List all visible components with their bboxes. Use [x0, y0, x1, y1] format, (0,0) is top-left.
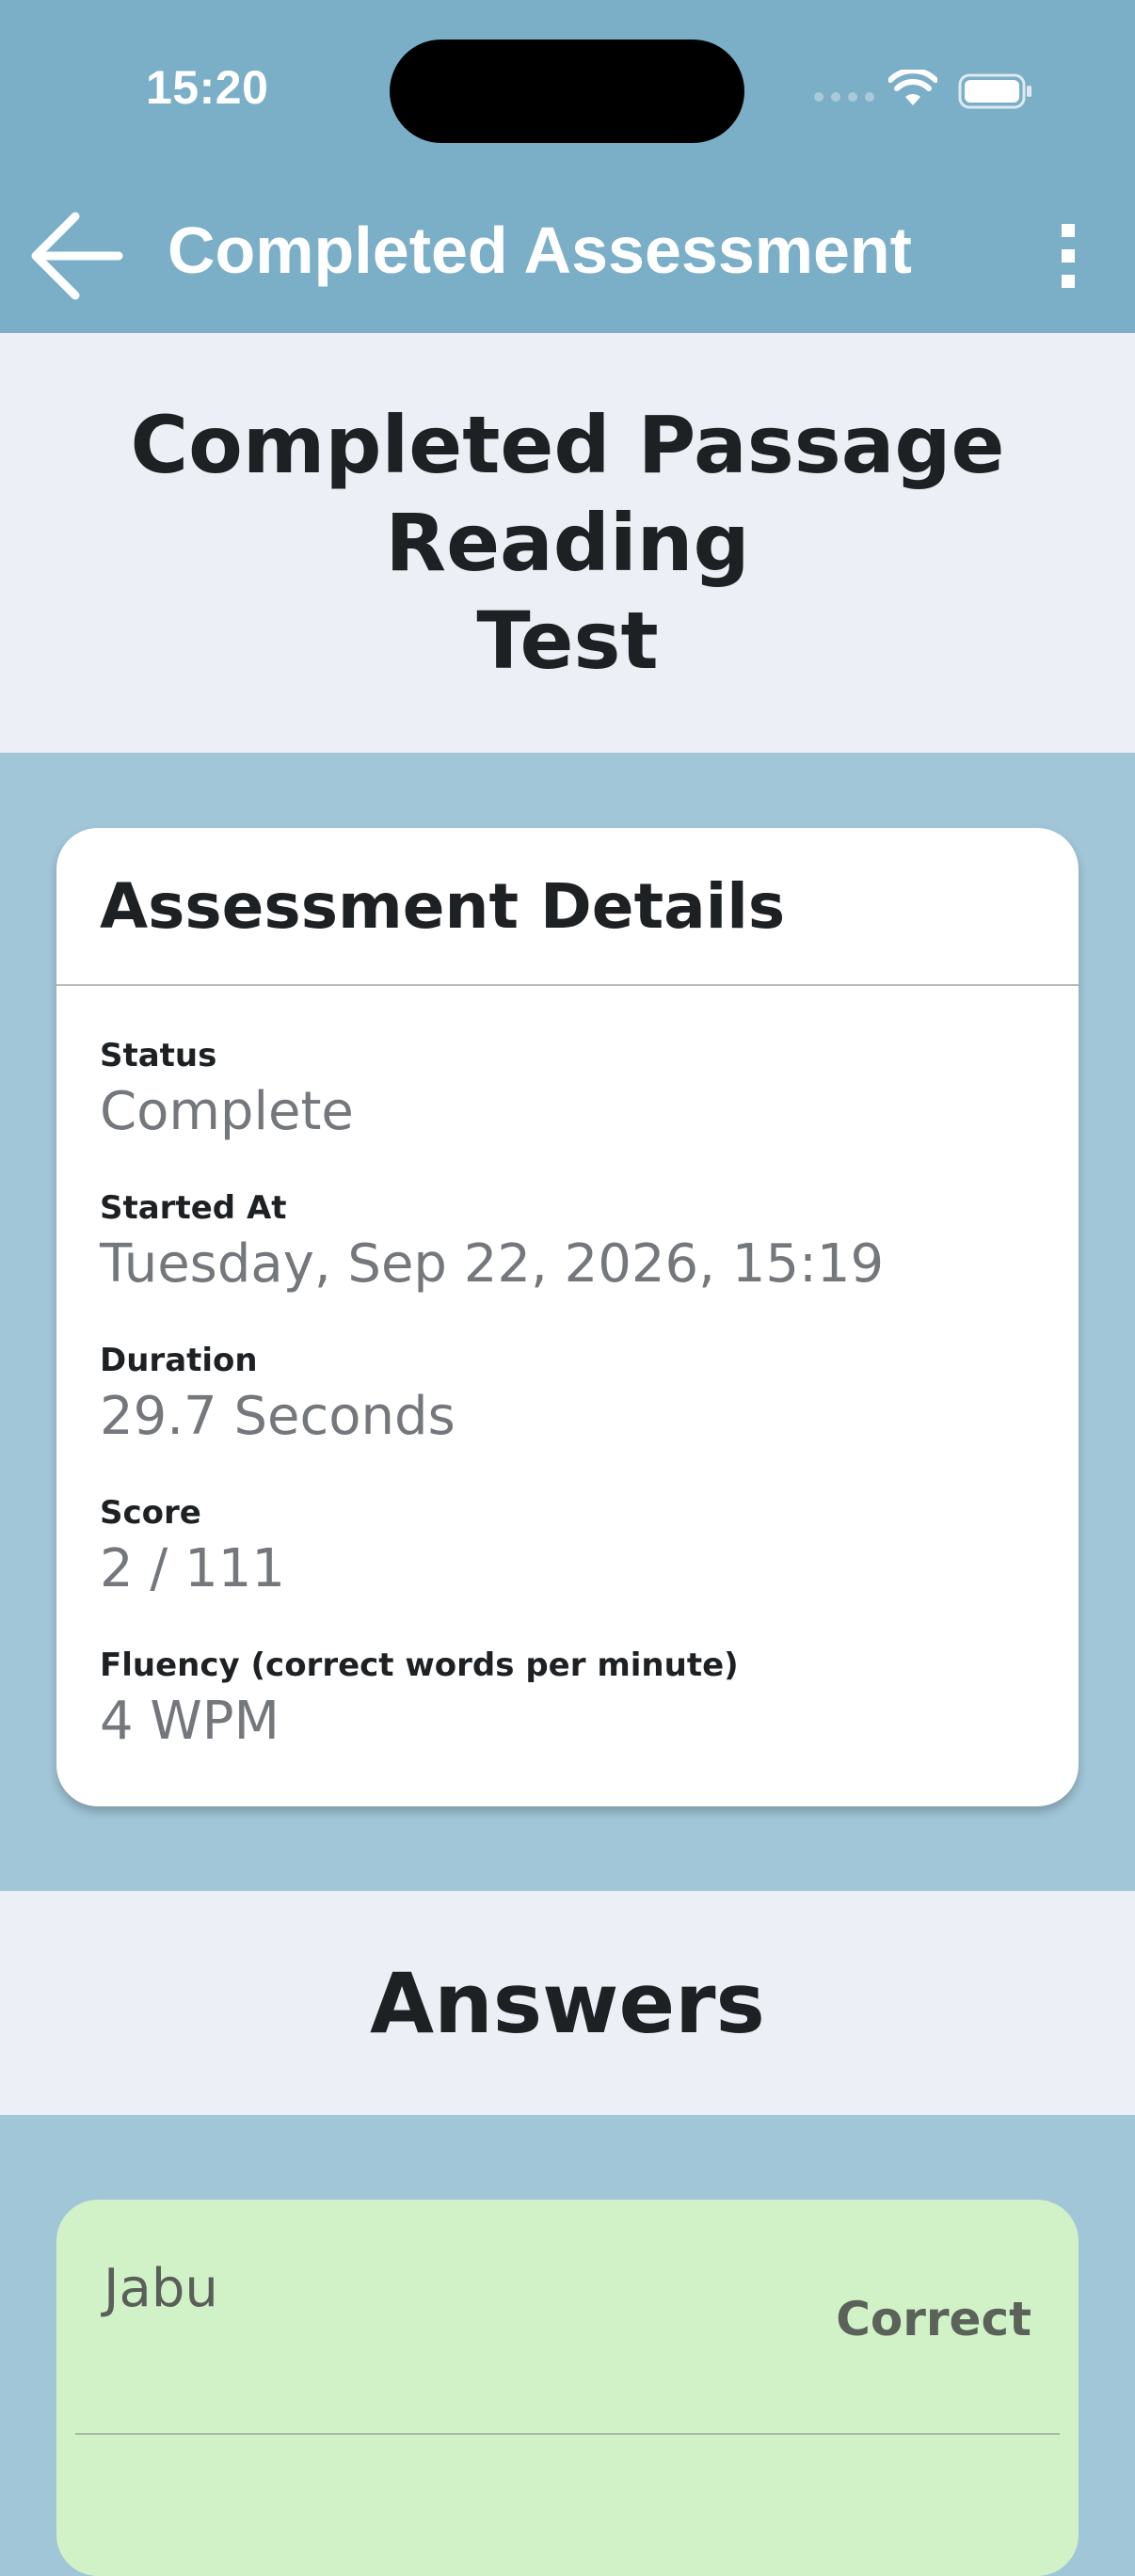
more-options-button[interactable] — [1045, 218, 1092, 294]
field-label: Duration — [100, 1342, 258, 1379]
title-section: Completed Passage Reading Test — [0, 333, 1135, 753]
answer-card[interactable]: Jabu Correct — [56, 2200, 1079, 2576]
wifi-icon — [888, 70, 937, 105]
app-bar: 15:20 Completed Assessment — [0, 0, 1135, 333]
field-label: Started At — [100, 1189, 287, 1227]
answer-result: Correct — [836, 2292, 1031, 2346]
status-time: 15:20 — [146, 61, 269, 114]
field-value: 2 / 111 — [100, 1538, 285, 1599]
field-label: Status — [100, 1037, 217, 1074]
back-button[interactable] — [28, 209, 126, 303]
field-label: Score — [100, 1494, 201, 1532]
field-label: Fluency (correct words per minute) — [100, 1646, 739, 1684]
field-value: 4 WPM — [100, 1691, 280, 1752]
field-value: Complete — [100, 1081, 354, 1142]
status-field: Status Complete — [100, 1037, 354, 1146]
arrow-left-icon — [31, 212, 123, 300]
assessment-details-card: Assessment Details Status Complete Start… — [56, 828, 1079, 1806]
answer-word: Jabu — [104, 2258, 218, 2319]
answers-section-header: Answers — [0, 1891, 1135, 2115]
answers-title: Answers — [370, 1954, 765, 2052]
page-title: Completed Passage Reading Test — [130, 399, 1005, 687]
score-field: Score 2 / 111 — [100, 1494, 285, 1603]
fluency-field: Fluency (correct words per minute) 4 WPM — [100, 1646, 739, 1756]
duration-field: Duration 29.7 Seconds — [100, 1342, 456, 1451]
cellular-signal-icon — [814, 92, 874, 102]
dynamic-island — [390, 40, 744, 143]
card-header: Assessment Details — [56, 828, 1079, 986]
more-vertical-icon — [1062, 224, 1075, 288]
app-bar-title: Completed Assessment — [168, 214, 912, 287]
started-at-field: Started At Tuesday, Sep 22, 2026, 15:19 — [100, 1189, 884, 1298]
field-value: 29.7 Seconds — [100, 1386, 456, 1447]
field-value: Tuesday, Sep 22, 2026, 15:19 — [100, 1233, 885, 1295]
battery-icon — [958, 73, 1031, 109]
answer-divider — [75, 2433, 1060, 2435]
card-title: Assessment Details — [100, 869, 786, 943]
